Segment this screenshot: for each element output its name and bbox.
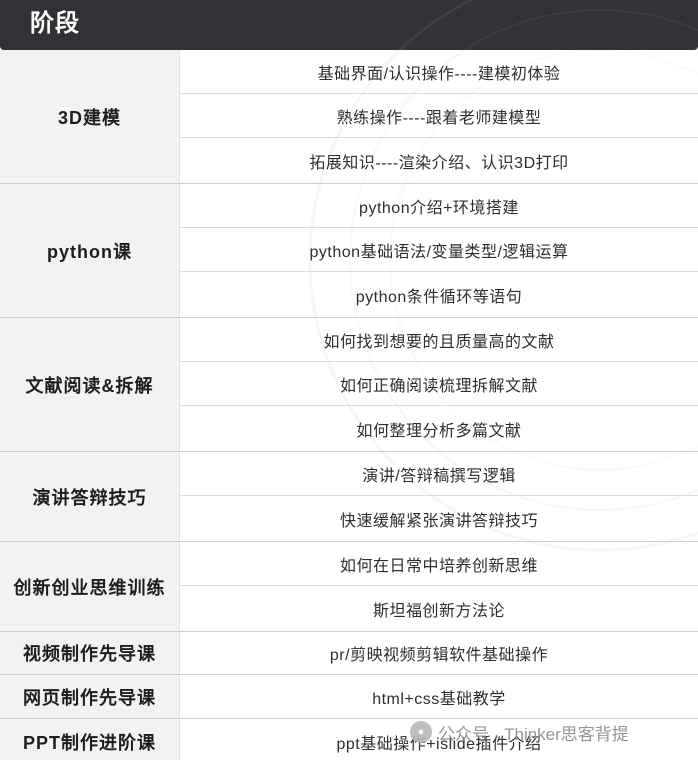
page: 阶段 3D建模 基础界面/认识操作----建模初体验 熟练操作----跟着老师建… [0,0,698,760]
stage-items: 基础界面/认识操作----建模初体验 熟练操作----跟着老师建模型 拓展知识-… [180,50,698,183]
stage-item: 快速缓解紧张演讲答辩技巧 [339,512,538,530]
stage-table: 3D建模 基础界面/认识操作----建模初体验 熟练操作----跟着老师建模型 … [0,50,698,760]
stage-item: 如何正确阅读梳理拆解文献 [180,362,698,406]
stage-name: 网页制作先导课 [0,675,180,718]
stage-item: html+css基础教学 [372,690,506,708]
stage-item: python条件循环等语句 [355,288,523,306]
stage-item: 拓展知识----渲染介绍、认识3D打印 [309,154,569,172]
stage-name: 文献阅读&拆解 [0,318,180,451]
stage-items: 如何找到想要的且质量高的文献 如何正确阅读梳理拆解文献 如何整理分析多篇文献 [180,318,698,451]
stage-name: 演讲答辩技巧 [0,452,180,541]
stage-name: PPT制作进阶课 [0,719,180,760]
stage-row: 文献阅读&拆解 如何找到想要的且质量高的文献 如何正确阅读梳理拆解文献 如何整理… [0,318,698,452]
stage-item: 斯坦福创新方法论 [372,602,505,620]
stage-item: 如何整理分析多篇文献 [356,422,522,440]
stage-name: 视频制作先导课 [0,632,180,674]
stage-item: 熟练操作----跟着老师建模型 [180,94,698,138]
stage-item: 基础界面/认识操作----建模初体验 [180,50,698,94]
stage-item: 演讲/答辩稿撰写逻辑 [180,452,698,496]
stage-items: pr/剪映视频剪辑软件基础操作 [180,632,698,674]
stage-row: 3D建模 基础界面/认识操作----建模初体验 熟练操作----跟着老师建模型 … [0,50,698,184]
wechat-icon: ● [410,721,432,743]
stage-row: 网页制作先导课 html+css基础教学 [0,675,698,719]
stage-items: 如何在日常中培养创新思维 斯坦福创新方法论 [180,542,698,631]
stage-row: 视频制作先导课 pr/剪映视频剪辑软件基础操作 [0,632,698,675]
stage-item: python介绍+环境搭建 [180,184,698,228]
header-bar: 阶段 [0,0,698,50]
stage-item: 如何找到想要的且质量高的文献 [180,318,698,362]
stage-name: python课 [0,184,180,317]
stage-items: python介绍+环境搭建 python基础语法/变量类型/逻辑运算 pytho… [180,184,698,317]
stage-items: 演讲/答辩稿撰写逻辑 快速缓解紧张演讲答辩技巧 [180,452,698,541]
stage-row: 创新创业思维训练 如何在日常中培养创新思维 斯坦福创新方法论 [0,542,698,632]
stage-items: html+css基础教学 [180,675,698,718]
stage-name: 创新创业思维训练 [0,542,180,631]
stage-name: 3D建模 [0,50,180,183]
stage-item: python基础语法/变量类型/逻辑运算 [180,228,698,272]
watermark-text: 公众号 · Thinker思客背提 [438,724,629,744]
stage-row: python课 python介绍+环境搭建 python基础语法/变量类型/逻辑… [0,184,698,318]
watermark: ● 公众号 · Thinker思客背提 [410,718,629,746]
stage-row: 演讲答辩技巧 演讲/答辩稿撰写逻辑 快速缓解紧张演讲答辩技巧 [0,452,698,542]
header-title: 阶段 [30,10,80,37]
stage-item: 如何在日常中培养创新思维 [180,542,698,586]
stage-item: pr/剪映视频剪辑软件基础操作 [329,647,549,664]
